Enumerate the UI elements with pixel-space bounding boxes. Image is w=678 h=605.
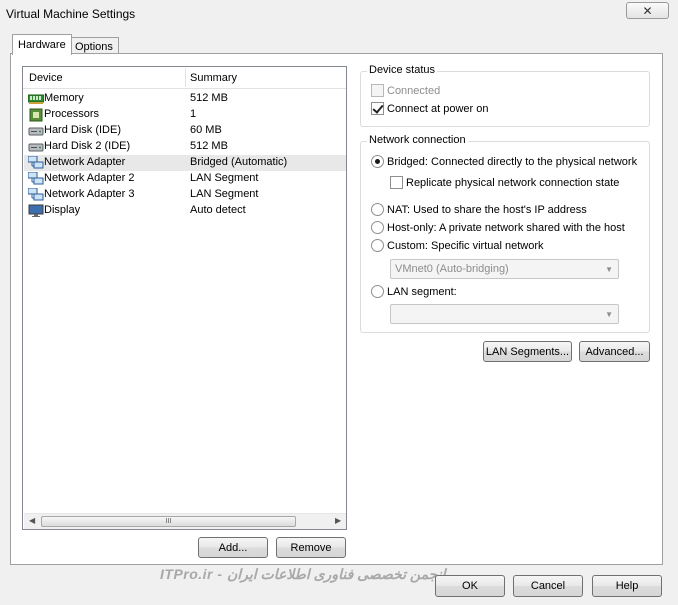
device-summary: 512 MB xyxy=(190,92,228,104)
add-button[interactable]: Add... xyxy=(198,537,268,558)
lan-segment-select[interactable]: ▼ xyxy=(390,304,619,324)
display-icon xyxy=(28,204,44,217)
host-only-radio-button[interactable] xyxy=(371,221,384,234)
window-title: Virtual Machine Settings xyxy=(6,7,136,21)
device-name: Memory xyxy=(44,92,84,104)
lan-segments-button[interactable]: LAN Segments... xyxy=(483,341,572,362)
network-adapter-icon xyxy=(28,156,44,169)
custom-network-value: VMnet0 (Auto-bridging) xyxy=(395,263,509,275)
device-name: Hard Disk 2 (IDE) xyxy=(44,140,131,152)
device-status-legend: Device status xyxy=(367,64,438,76)
bridged-radio-button[interactable] xyxy=(371,155,384,168)
hard-disk-icon xyxy=(28,143,44,152)
hard-disk-icon xyxy=(28,127,44,136)
scroll-right-arrow-icon[interactable]: ▶ xyxy=(335,516,341,525)
scroll-left-arrow-icon[interactable]: ◀ xyxy=(29,516,35,525)
cancel-button[interactable]: Cancel xyxy=(513,575,583,597)
horizontal-scrollbar[interactable]: ◀ III ▶ xyxy=(24,513,346,529)
ok-button[interactable]: OK xyxy=(435,575,505,597)
device-row-network-adapter-3[interactable]: Network Adapter 3 LAN Segment xyxy=(24,187,346,203)
help-button[interactable]: Help xyxy=(592,575,662,597)
network-adapter-icon xyxy=(28,172,44,185)
processor-icon xyxy=(29,108,43,122)
device-row-hard-disk-2[interactable]: Hard Disk 2 (IDE) 512 MB xyxy=(24,139,346,155)
replicate-checkbox[interactable]: Replicate physical network connection st… xyxy=(390,176,619,189)
device-summary: 1 xyxy=(190,108,197,120)
close-icon: ✕ xyxy=(642,3,653,18)
network-connection-group: Network connection Bridged: Connected di… xyxy=(360,134,650,333)
custom-label: Custom: Specific virtual network xyxy=(387,239,544,252)
lan-segment-label: LAN segment: xyxy=(387,285,457,298)
device-row-hard-disk[interactable]: Hard Disk (IDE) 60 MB xyxy=(24,123,346,139)
device-row-processors[interactable]: Processors 1 xyxy=(24,107,346,123)
device-row-memory[interactable]: Memory 512 MB xyxy=(24,91,346,107)
replicate-label: Replicate physical network connection st… xyxy=(406,176,620,189)
host-only-radio[interactable]: Host-only: A private network shared with… xyxy=(371,221,625,234)
device-name: Processors xyxy=(44,108,100,120)
bridged-radio[interactable]: Bridged: Connected directly to the physi… xyxy=(371,155,637,168)
device-summary: LAN Segment xyxy=(190,188,259,200)
column-header-device[interactable]: Device xyxy=(29,72,63,84)
device-summary: 512 MB xyxy=(190,140,228,152)
device-status-group: Device status Connected Connect at power… xyxy=(360,64,650,127)
bridged-label: Bridged: Connected directly to the physi… xyxy=(387,155,638,168)
nat-label: NAT: Used to share the host's IP address xyxy=(387,203,587,216)
watermark-text: ITPro.ir - انجمن تخصصی فناوری اطلاعات ای… xyxy=(160,566,446,582)
custom-radio[interactable]: Custom: Specific virtual network xyxy=(371,239,544,252)
lan-segment-radio[interactable]: LAN segment: xyxy=(371,285,457,298)
device-name: Network Adapter xyxy=(44,156,126,168)
device-name: Hard Disk (IDE) xyxy=(44,124,122,136)
chevron-down-icon: ▼ xyxy=(605,310,613,319)
device-summary: LAN Segment xyxy=(190,172,259,184)
connected-checkbox[interactable]: Connected xyxy=(371,84,440,97)
scroll-grip-icon: III xyxy=(165,518,172,525)
device-summary: 60 MB xyxy=(190,124,222,136)
custom-radio-button[interactable] xyxy=(371,239,384,252)
connected-label: Connected xyxy=(387,84,441,97)
device-name: Display xyxy=(44,204,81,216)
chevron-down-icon: ▼ xyxy=(605,265,613,274)
device-row-display[interactable]: Display Auto detect xyxy=(24,203,346,219)
device-name: Network Adapter 3 xyxy=(44,188,135,200)
connect-at-power-on-check-box[interactable] xyxy=(371,102,384,115)
device-summary: Auto detect xyxy=(190,204,246,216)
network-connection-legend: Network connection xyxy=(367,134,468,146)
nat-radio[interactable]: NAT: Used to share the host's IP address xyxy=(371,203,587,216)
advanced-button[interactable]: Advanced... xyxy=(579,341,650,362)
tab-hardware-label: Hardware xyxy=(18,39,66,51)
device-summary: Bridged (Automatic) xyxy=(190,156,288,168)
connected-check-box[interactable] xyxy=(371,84,384,97)
device-list-header: Device Summary xyxy=(23,67,346,89)
tab-options-label: Options xyxy=(75,41,113,53)
replicate-check-box[interactable] xyxy=(390,176,403,189)
device-name: Network Adapter 2 xyxy=(44,172,135,184)
network-adapter-icon xyxy=(28,188,44,201)
host-only-label: Host-only: A private network shared with… xyxy=(387,221,625,234)
custom-network-select[interactable]: VMnet0 (Auto-bridging) ▼ xyxy=(390,259,619,279)
close-button[interactable]: ✕ xyxy=(626,2,669,19)
device-row-network-adapter-2[interactable]: Network Adapter 2 LAN Segment xyxy=(24,171,346,187)
remove-button[interactable]: Remove xyxy=(276,537,346,558)
tab-hardware[interactable]: Hardware xyxy=(12,34,72,55)
connect-at-power-on-checkbox[interactable]: Connect at power on xyxy=(371,102,489,115)
lan-segment-radio-button[interactable] xyxy=(371,285,384,298)
column-header-summary[interactable]: Summary xyxy=(190,72,237,84)
device-row-network-adapter[interactable]: Network Adapter Bridged (Automatic) xyxy=(24,155,346,171)
title-bar: Virtual Machine Settings ✕ xyxy=(0,0,678,28)
scroll-thumb[interactable]: III xyxy=(41,516,296,527)
memory-icon xyxy=(28,94,44,104)
connect-at-power-on-label: Connect at power on xyxy=(387,102,489,115)
device-list[interactable]: Device Summary Memory 512 MB Processors … xyxy=(22,66,347,530)
nat-radio-button[interactable] xyxy=(371,203,384,216)
column-divider[interactable] xyxy=(185,68,186,87)
